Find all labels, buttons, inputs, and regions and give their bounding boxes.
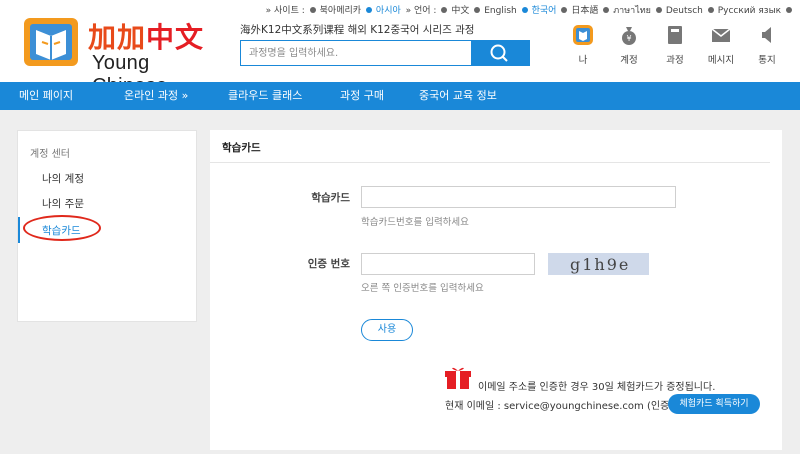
notifications-link[interactable]: 통지 [744, 24, 790, 66]
title-divider [210, 162, 770, 163]
verification-code-input[interactable] [361, 253, 535, 275]
lang-chinese[interactable]: 中文 [441, 6, 469, 16]
radio-dot-icon [707, 7, 714, 13]
radio-dot-icon [521, 7, 528, 13]
verification-code-hint: 오른 쪽 인증번호를 입력하세요 [361, 283, 484, 294]
user-avatar-icon [573, 25, 593, 45]
radio-dot-icon [365, 7, 372, 13]
money-bag-icon: ¥ [622, 27, 636, 45]
captcha-image[interactable]: g1h9e [548, 253, 649, 275]
messages-link[interactable]: 메시지 [698, 24, 744, 66]
site-asia[interactable]: 아시아 [365, 6, 401, 16]
use-button[interactable]: 사용 [361, 319, 413, 341]
sidebar-item-my-orders[interactable]: 나의 주문 [42, 196, 84, 211]
lang-label: » 언어 : [405, 6, 437, 16]
logo-chinese-text: 加加中文 [88, 21, 205, 54]
lang-english[interactable]: English [474, 6, 517, 16]
search-icon [490, 44, 508, 62]
radio-dot-icon [309, 7, 316, 13]
svg-text:¥: ¥ [626, 34, 631, 43]
radio-dot-icon [441, 7, 448, 13]
current-email: 현재 이메일 : service@youngchinese.com (인증됨) [445, 401, 683, 412]
svg-text:g1h9e: g1h9e [570, 255, 630, 274]
lang-japanese[interactable]: 日本語 [561, 6, 598, 16]
envelope-icon [711, 28, 731, 42]
claim-trial-card-button[interactable]: 체험카드 획득하기 [668, 394, 760, 414]
my-profile-link[interactable]: 나 [560, 24, 606, 66]
book-icon [668, 26, 682, 44]
site-logo[interactable]: 加加中文 Young Chinese [22, 12, 222, 97]
gift-icon [445, 367, 471, 389]
nav-course-purchase[interactable]: 과정 구매 [340, 82, 384, 110]
radio-dot-icon [655, 7, 662, 13]
nav-online-courses[interactable]: 온라인 과정 » [124, 82, 188, 110]
nav-chinese-education[interactable]: 중국어 교육 정보 [419, 82, 497, 110]
card-number-hint: 학습카드번호를 입력하세요 [361, 217, 469, 228]
radio-dot-icon [474, 7, 481, 13]
tagline: 海外K12中文系列课程 해외 K12중국어 시리즈 과정 [240, 24, 475, 36]
courses-link[interactable]: 과정 [652, 24, 698, 66]
radio-dot-icon [561, 7, 568, 13]
study-card-panel: 학습카드 학습카드 학습카드번호를 입력하세요 인증 번호 오른 쪽 인증번호를… [210, 130, 782, 450]
search-button[interactable] [471, 41, 529, 65]
account-sidebar: 계정 센터 나의 계정 나의 주문 학습카드 [17, 130, 197, 322]
page-title: 학습카드 [222, 142, 261, 154]
radio-dot-icon [786, 7, 792, 13]
lang-more[interactable] [786, 6, 794, 16]
top-header: » 사이트 : 북아메리카 아시아 » 언어 : 中文 English 한국어 … [0, 0, 800, 97]
sidebar-title: 계정 센터 [30, 149, 70, 160]
main-nav: 메인 페이지 온라인 과정 » 클라우드 클래스 과정 구매 중국어 교육 정보 [0, 82, 800, 110]
language-bar: » 사이트 : 북아메리카 아시아 » 언어 : 中文 English 한국어 … [264, 3, 794, 17]
logo-book-icon [24, 18, 78, 66]
verification-code-label: 인증 번호 [307, 258, 350, 270]
nav-home[interactable]: 메인 페이지 [19, 82, 73, 110]
trial-card-promo: 이메일 주소를 인증한 경우 30일 체험카드가 증정됩니다. [478, 382, 716, 393]
search-box [240, 40, 530, 66]
search-input[interactable] [241, 41, 471, 65]
red-highlight-circle [23, 215, 101, 241]
lang-german[interactable]: Deutsch [655, 6, 703, 16]
sidebar-item-my-account[interactable]: 나의 계정 [42, 171, 84, 186]
captcha-text-icon: g1h9e [570, 255, 630, 274]
card-number-input[interactable] [361, 186, 676, 208]
account-link[interactable]: ¥ 계정 [606, 24, 652, 66]
radio-dot-icon [603, 7, 610, 13]
nav-cloud-class[interactable]: 클라우드 클래스 [228, 82, 302, 110]
site-label: » 사이트 : [265, 6, 305, 16]
lang-korean[interactable]: 한국어 [521, 6, 556, 16]
card-number-label: 학습카드 [311, 192, 350, 204]
site-north-america[interactable]: 북아메리카 [309, 6, 361, 16]
lang-russian[interactable]: Русский язык [707, 6, 781, 16]
user-icon-bar: 나 ¥ 계정 과정 메시지 통지 [560, 24, 790, 66]
active-indicator [18, 217, 20, 243]
speaker-icon [762, 27, 771, 43]
lang-thai[interactable]: ภาษาไทย [603, 6, 651, 16]
